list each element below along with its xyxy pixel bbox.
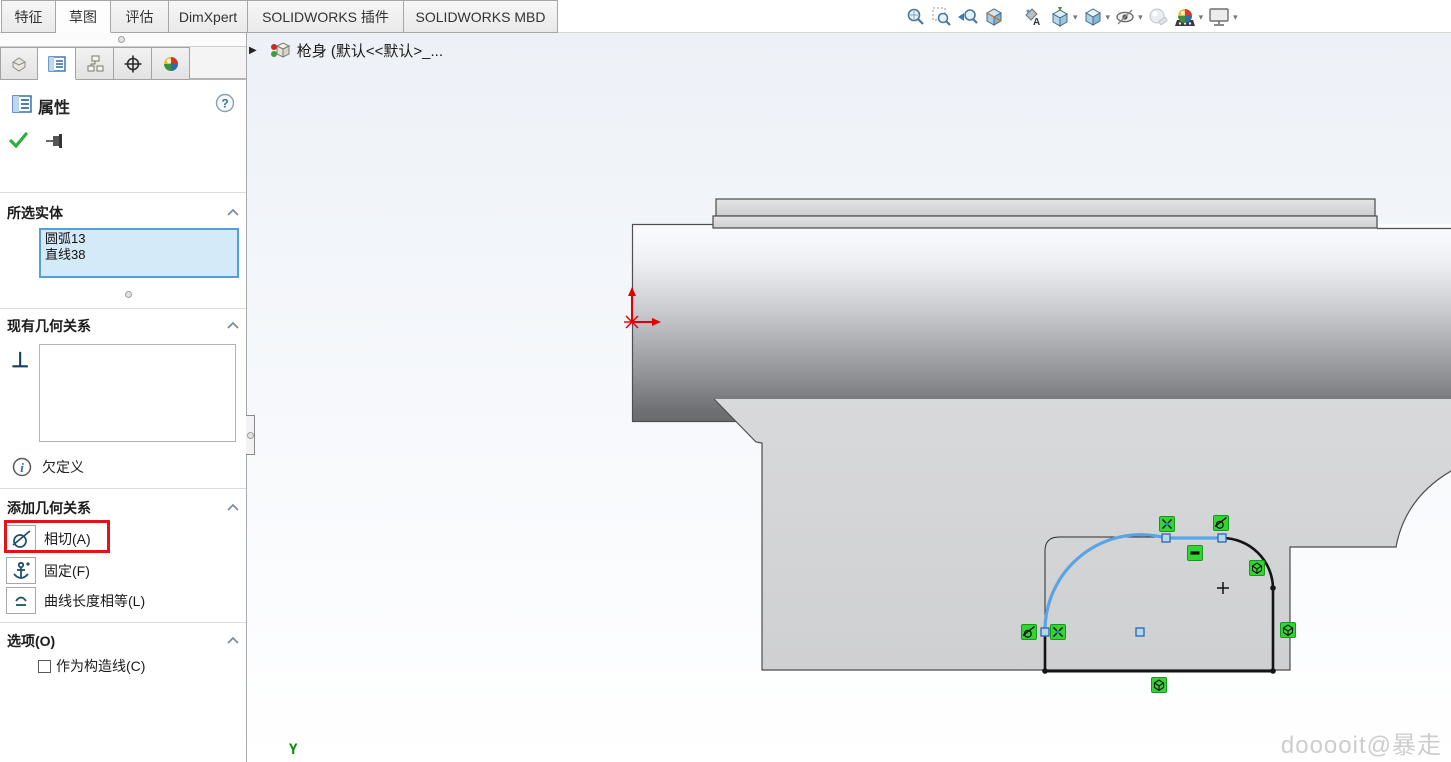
manager-tab-bar — [0, 47, 246, 80]
command-manager-bar: 特征 草图 评估 DimXpert SOLIDWORKS 插件 SOLIDWOR… — [0, 0, 1451, 33]
coincident-constraint-icon[interactable] — [1050, 624, 1066, 640]
sketch-endpoint[interactable] — [1270, 585, 1276, 591]
for-construction-checkbox[interactable] — [38, 659, 51, 673]
sketch-point-handle[interactable] — [1161, 533, 1171, 543]
help-icon[interactable]: ? — [215, 93, 235, 113]
horizontal-constraint-icon[interactable] — [1187, 545, 1203, 561]
svg-text:?: ? — [221, 97, 228, 111]
collapse-chevron-icon[interactable] — [226, 502, 240, 512]
section-options[interactable]: 选项(O) — [7, 631, 55, 651]
tree-expand-arrow[interactable]: ▶ — [249, 45, 257, 56]
sketch-endpoint[interactable] — [1270, 668, 1276, 674]
tangent-constraint-icon[interactable] — [1021, 624, 1037, 640]
heads-up-view-toolbar: A ▾ ▾ ▾ ▾ ▾ — [903, 4, 1240, 30]
part-rail-face[interactable] — [712, 198, 1378, 229]
definition-status: 欠定义 — [42, 459, 84, 475]
equal-curve-icon[interactable] — [6, 587, 36, 614]
sketch-point-handle[interactable] — [1040, 627, 1050, 637]
perpendicular-relation-icon: ⊥ — [11, 349, 30, 372]
edit-appearance-icon[interactable] — [1147, 6, 1169, 28]
collapse-chevron-icon[interactable] — [226, 635, 240, 645]
display-style-dropdown[interactable]: ▾ — [1106, 12, 1111, 23]
on-edge-constraint-icon[interactable] — [1280, 622, 1296, 638]
apply-scene-icon[interactable]: ▾ — [1173, 6, 1204, 28]
view-settings-icon[interactable]: ▾ — [1207, 6, 1238, 28]
selected-entity-item[interactable]: 直线38 — [45, 247, 233, 263]
tab-dimxpert[interactable]: DimXpert — [169, 0, 248, 33]
tab-dimxpert-manager[interactable] — [114, 47, 152, 80]
tab-solidworks-addins[interactable]: SOLIDWORKS 插件 — [248, 0, 404, 33]
previous-view-icon[interactable] — [957, 6, 979, 28]
tangent-highlight-annotation — [4, 520, 110, 553]
collapse-chevron-icon[interactable] — [226, 320, 240, 330]
tangent-constraint-icon[interactable] — [1213, 515, 1229, 531]
hide-show-items-icon[interactable]: ▾ — [1114, 6, 1143, 28]
hide-annotations-icon[interactable]: A — [1023, 6, 1045, 28]
view-orientation-dropdown[interactable]: ▾ — [1073, 12, 1078, 23]
on-edge-constraint-icon[interactable] — [1151, 677, 1167, 693]
feature-tree-flyout: ▶ 枪身 (默认<<默认>_... — [249, 38, 443, 62]
part-document-icon — [270, 42, 290, 58]
triad-y-axis-label: Y — [289, 742, 298, 758]
zoom-to-fit-icon[interactable] — [905, 6, 927, 28]
anchor-icon[interactable] — [6, 557, 36, 584]
tab-configuration-manager[interactable] — [76, 47, 114, 80]
section-view-icon[interactable] — [983, 6, 1005, 28]
panel-splitter[interactable] — [0, 33, 246, 47]
view-settings-dropdown[interactable]: ▾ — [1233, 12, 1238, 23]
part-name[interactable]: 枪身 (默认<<默认>_... — [297, 40, 443, 61]
tab-display-manager[interactable] — [152, 47, 190, 80]
keep-visible-pin-icon[interactable] — [44, 130, 66, 150]
panel-title: 属性 — [38, 100, 71, 117]
svg-text:A: A — [1033, 17, 1040, 28]
tab-feature-manager-tree[interactable] — [0, 47, 38, 80]
on-edge-constraint-icon[interactable] — [1249, 560, 1265, 576]
add-relation-fix[interactable]: 固定(F) — [6, 555, 241, 586]
ok-button[interactable] — [8, 130, 30, 150]
section-existing-relations[interactable]: 现有几何关系 — [7, 316, 91, 336]
tab-features[interactable]: 特征 — [1, 0, 56, 33]
svg-text:i: i — [20, 460, 24, 475]
tab-solidworks-mbd[interactable]: SOLIDWORKS MBD — [404, 0, 558, 33]
tab-property-manager[interactable] — [38, 47, 76, 80]
coincident-constraint-icon[interactable] — [1159, 516, 1175, 532]
hide-show-items-dropdown[interactable]: ▾ — [1138, 12, 1143, 23]
view-orientation-icon[interactable]: ▾ — [1049, 6, 1078, 28]
zoom-to-area-icon[interactable] — [931, 6, 953, 28]
command-tabs: 特征 草图 评估 DimXpert SOLIDWORKS 插件 SOLIDWOR… — [1, 0, 558, 33]
sketch-point-handle[interactable] — [1135, 627, 1145, 637]
section-selected-entities[interactable]: 所选实体 — [7, 203, 63, 223]
panel-viewport-splitter[interactable] — [246, 415, 255, 455]
selected-entities-listbox[interactable]: 圆弧13 直线38 — [39, 228, 239, 278]
part-barrel-face[interactable] — [631, 223, 1451, 423]
apply-scene-dropdown[interactable]: ▾ — [1199, 12, 1204, 23]
watermark: dooooit@暴走 — [1280, 732, 1442, 759]
tab-evaluate[interactable]: 评估 — [111, 0, 169, 33]
collapse-chevron-icon[interactable] — [226, 207, 240, 217]
for-construction-option[interactable]: 作为构造线(C) — [38, 656, 145, 676]
property-manager-icon — [12, 95, 32, 113]
selected-entity-item[interactable]: 圆弧13 — [45, 231, 233, 247]
sketch-point-handle[interactable] — [1217, 533, 1227, 543]
tab-sketch[interactable]: 草图 — [56, 0, 111, 33]
property-manager-panel: 属性 ? 所选实体 圆弧13 直线38 现有几何关系 ⊥ i 欠定义 添加几何关… — [0, 33, 247, 762]
listbox-resize-knob[interactable] — [125, 291, 132, 298]
existing-relations-listbox[interactable] — [39, 344, 236, 442]
display-style-icon[interactable]: ▾ — [1082, 6, 1111, 28]
add-relation-equal-curve-length[interactable]: 曲线长度相等(L) — [6, 585, 241, 616]
sketch-endpoint[interactable] — [1042, 668, 1048, 674]
information-icon: i — [12, 457, 32, 477]
section-add-relations[interactable]: 添加几何关系 — [7, 498, 91, 518]
